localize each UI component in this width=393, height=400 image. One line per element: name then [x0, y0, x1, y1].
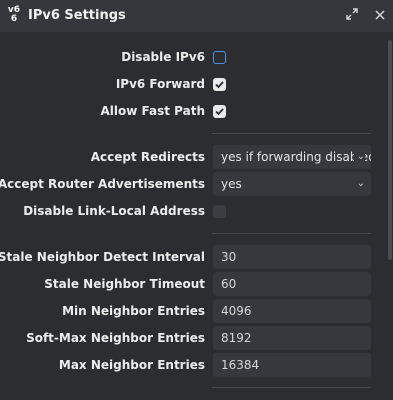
ipv6-forward-label: IPv6 Forward [115, 77, 205, 91]
soft-max-entries-label: Soft-Max Neighbor Entries [26, 331, 205, 345]
checkmark-icon [215, 108, 224, 116]
stale-detect-label: Stale Neighbor Detect Interval [0, 250, 205, 264]
section-divider [212, 133, 371, 134]
accept-ra-value: yes [221, 177, 242, 191]
settings-form: Disable IPv6 IPv6 Forward Allow Fast Pat… [0, 32, 393, 400]
chevron-down-icon: ⌄ [353, 172, 365, 196]
soft-max-entries-input[interactable]: 8192 [213, 326, 371, 350]
allow-fast-path-label: Allow Fast Path [100, 104, 205, 118]
accept-redirects-value: yes if forwarding disabled [221, 150, 371, 164]
min-entries-input[interactable]: 4096 [213, 299, 371, 323]
chevron-down-icon: ⌄ [353, 145, 365, 169]
disable-ipv6-checkbox[interactable] [213, 51, 226, 64]
section-divider [212, 387, 371, 388]
expand-arrows-icon [346, 8, 358, 20]
vertical-scrollbar[interactable] [388, 40, 392, 260]
min-entries-label: Min Neighbor Entries [62, 304, 205, 318]
app-icon-line2: 6 [10, 14, 18, 24]
accept-ra-select[interactable]: yes ⌄ [213, 172, 371, 196]
title-bar: v6 6 IPv6 Settings [0, 0, 393, 32]
expand-icon[interactable] [344, 8, 360, 24]
stale-timeout-label: Stale Neighbor Timeout [44, 277, 205, 291]
stale-detect-input[interactable]: 30 [213, 245, 371, 269]
ipv6-forward-checkbox[interactable] [213, 78, 226, 91]
accept-redirects-label: Accept Redirects [90, 150, 205, 164]
disable-ipv6-label: Disable IPv6 [121, 50, 205, 64]
disable-link-local-label: Disable Link-Local Address [23, 204, 205, 218]
checkmark-icon [215, 81, 224, 89]
close-x-icon [375, 10, 385, 20]
max-entries-input[interactable]: 16384 [213, 353, 371, 377]
window-title: IPv6 Settings [28, 8, 126, 23]
max-entries-label: Max Neighbor Entries [58, 358, 205, 372]
disable-link-local-checkbox[interactable] [213, 205, 226, 218]
accept-redirects-select[interactable]: yes if forwarding disabled ⌄ [213, 145, 371, 169]
stale-timeout-input[interactable]: 60 [213, 272, 371, 296]
section-divider [212, 233, 371, 234]
close-icon[interactable] [372, 8, 388, 24]
ipv6-app-icon: v6 6 [6, 6, 22, 26]
accept-ra-label: Accept Router Advertisements [0, 177, 205, 191]
allow-fast-path-checkbox[interactable] [213, 105, 226, 118]
